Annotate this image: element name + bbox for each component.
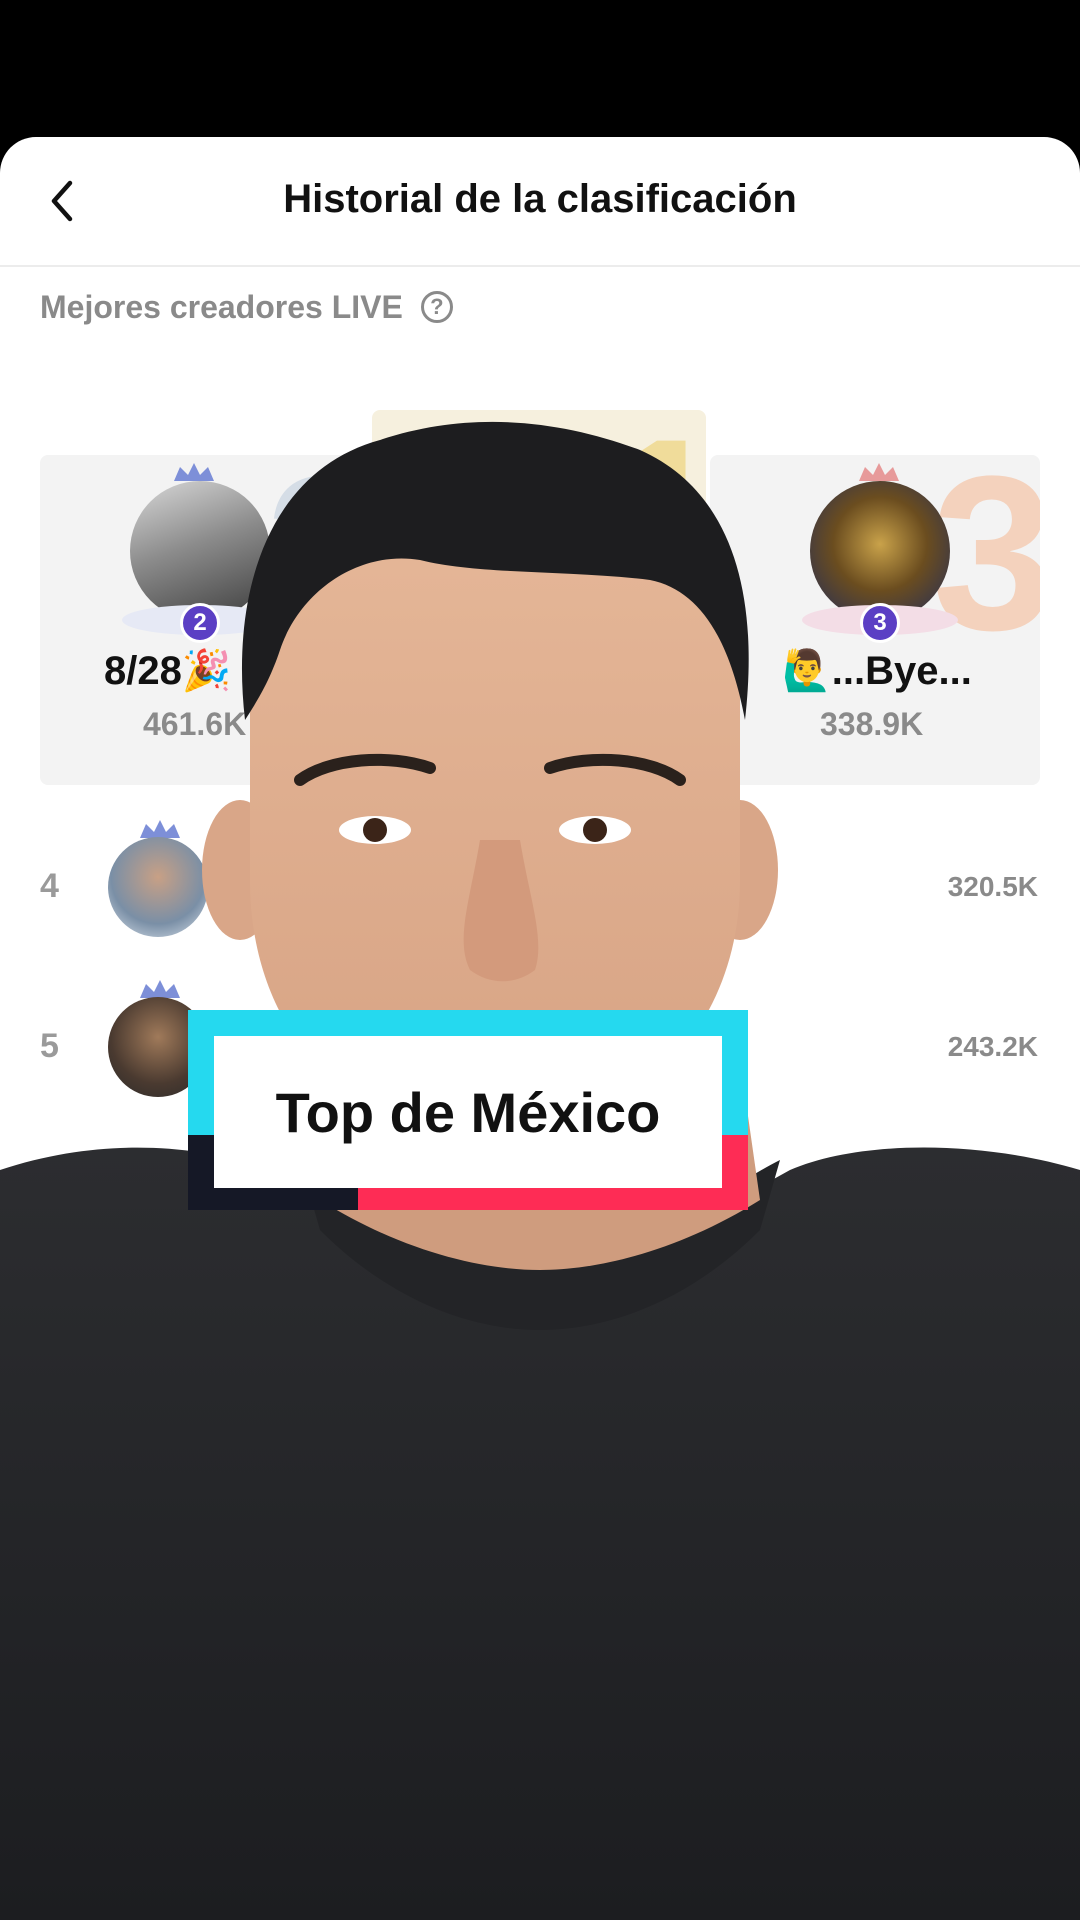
header: Historial de la clasificación	[0, 137, 1080, 267]
rank-1-watermark: 1	[604, 410, 706, 639]
podium-card-rank-2[interactable]: 2 2 8/28🎉 461.6K	[40, 455, 370, 785]
crown-icon	[140, 980, 180, 998]
question-circle-icon[interactable]: ?	[420, 291, 453, 323]
creator-score: 461.6K	[143, 706, 247, 742]
creator-name: 8/28🎉	[104, 649, 232, 693]
avatar	[130, 481, 270, 621]
podium-card-rank-1[interactable]: 1	[372, 410, 706, 785]
section-subtitle: Mejores creadores LIVE	[40, 288, 403, 325]
row-score: 320.5K	[947, 871, 1038, 902]
rank-badge: 2	[180, 603, 220, 643]
row-score: 243.2K	[947, 1031, 1038, 1062]
row-rank: 5	[40, 1027, 59, 1065]
row-rank: 4	[40, 867, 59, 905]
crown-icon	[859, 463, 899, 481]
podium-card-rank-3[interactable]: 3 3 🙋‍♂️...Bye... 338.9K	[710, 455, 1040, 785]
rank-badge: 3	[860, 603, 900, 643]
avatar	[108, 837, 208, 937]
crown-icon	[174, 463, 214, 481]
creator-name: 🙋‍♂️...Bye...	[782, 649, 972, 693]
row-score: 234.6K	[947, 1191, 1038, 1222]
status-bar-area	[0, 0, 1080, 140]
caption-text: Top de México	[275, 1080, 661, 1144]
creator-score: 338.9K	[820, 706, 924, 742]
caption-box: Top de México	[214, 1036, 722, 1188]
page-title: Historial de la clasificación	[283, 177, 797, 221]
avatar	[810, 481, 950, 621]
rank-2-watermark: 2	[265, 455, 370, 676]
crown-icon	[140, 820, 180, 838]
section-header: Mejores creadores LIVE ?	[40, 287, 453, 327]
caption-overlay: Top de México	[188, 1010, 748, 1210]
